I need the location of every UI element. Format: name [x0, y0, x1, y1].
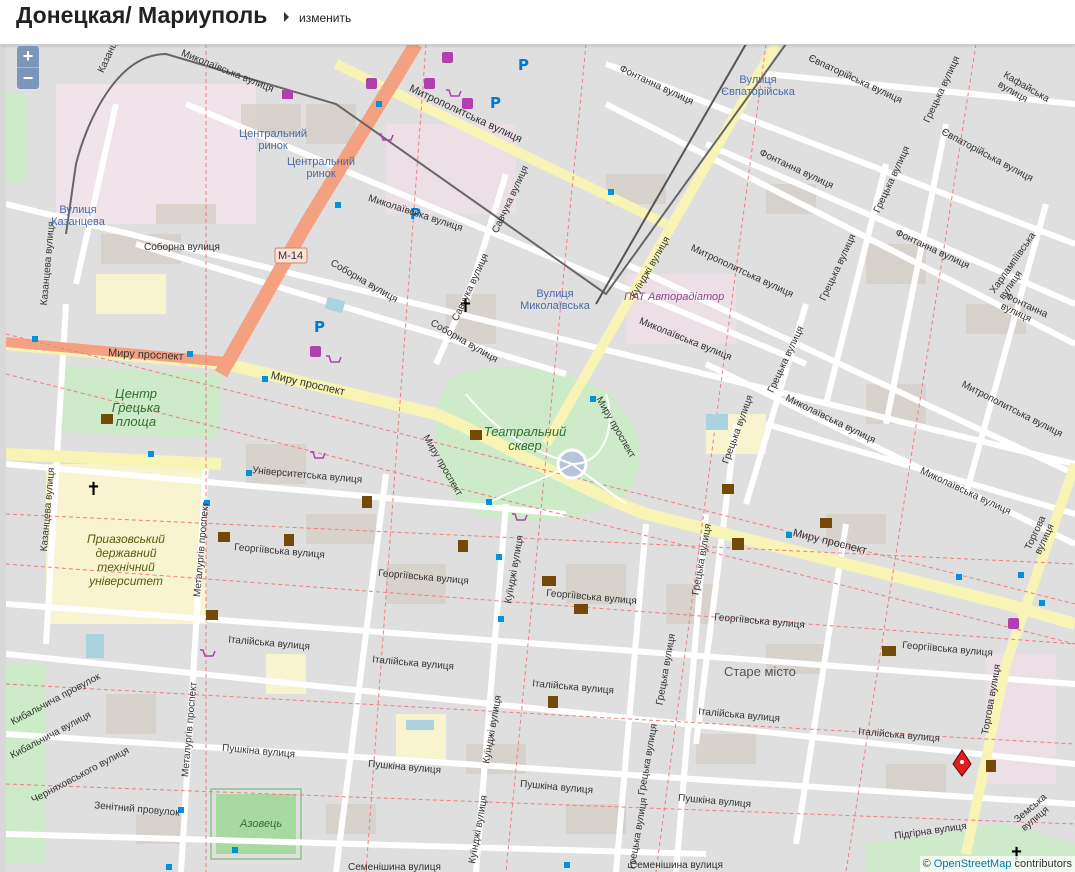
shelter-icon — [101, 414, 113, 424]
monument-icon — [986, 760, 996, 772]
court-icon — [218, 532, 230, 542]
school-area — [96, 274, 166, 314]
zoom-out-button[interactable]: − — [17, 67, 39, 89]
museum-icon — [574, 604, 588, 614]
monument-icon — [362, 496, 372, 508]
parking-icon: P — [518, 56, 529, 74]
library-icon — [206, 610, 218, 620]
school-mid — [266, 654, 306, 694]
bed-icon — [282, 90, 293, 99]
m14-shield — [274, 247, 308, 264]
shop-bag-icon — [366, 78, 377, 89]
left-edge — [0, 44, 6, 872]
contributors-text: contributors — [1014, 858, 1072, 870]
parking-icon: P — [410, 205, 421, 223]
header-bar: Донецкая/ Мариуполь изменить — [0, 0, 1075, 45]
cinema-icon — [732, 538, 744, 550]
church-icon: ✝ — [86, 479, 101, 500]
stadium-field — [216, 794, 296, 854]
page-title: Донецкая/ Мариуполь — [16, 2, 268, 28]
zoom-control: + − — [17, 46, 39, 89]
greek-square-park — [61, 366, 221, 439]
parking-icon: P — [314, 318, 325, 336]
theatre-icon — [470, 430, 482, 440]
monument-icon — [458, 540, 468, 552]
copyright-symbol: © — [922, 858, 931, 870]
shop-bag-icon — [462, 98, 473, 109]
shop-bag-icon — [1008, 618, 1019, 629]
shop-bag-icon — [310, 346, 321, 357]
museum-icon — [542, 576, 556, 586]
shop-bag-icon — [424, 78, 435, 89]
monument-icon — [284, 534, 294, 546]
map-view[interactable]: P P P P ✝ ✝ ✝ М-14 Миколаївська вулиця М… — [6, 44, 1075, 872]
shelter-icon — [820, 518, 832, 528]
university-grounds — [46, 464, 206, 624]
zoom-in-button[interactable]: + — [17, 46, 39, 67]
attribution: © OpenStreetMap contributors — [919, 856, 1075, 872]
museum-icon — [882, 646, 896, 656]
change-location-link[interactable]: изменить — [299, 11, 351, 25]
parking-icon: P — [490, 94, 501, 112]
church-icon: ✝ — [458, 296, 473, 317]
green-strip — [6, 94, 26, 184]
map-canvas[interactable]: P P P P ✝ ✝ ✝ — [6, 44, 1075, 872]
caret-right-icon[interactable] — [284, 12, 289, 22]
library-icon — [722, 484, 734, 494]
market-area — [56, 84, 256, 224]
monument-icon — [548, 696, 558, 708]
osm-link[interactable]: OpenStreetMap — [934, 858, 1012, 870]
shop-bag-icon — [442, 52, 453, 63]
